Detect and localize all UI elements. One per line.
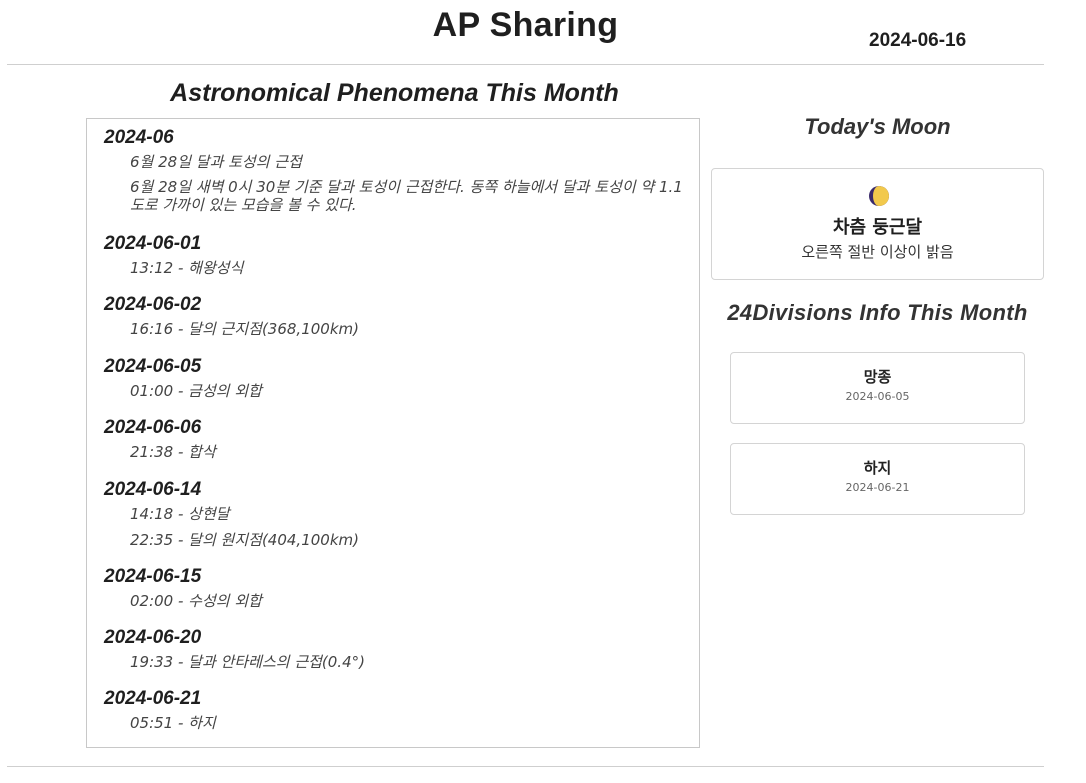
moon-heading: Today's Moon (804, 114, 951, 139)
event-description: 6월 28일 새벽 0시 30분 기준 달과 토성이 근접한다. 동쪽 하늘에서… (130, 178, 683, 214)
solar-term-date: 2024-06-21 (845, 481, 910, 494)
moon-phase-name: 차츰 둥근달 (832, 217, 923, 238)
phenomena-day: 2024-06-06 21:38 - 합삭 (104, 416, 683, 462)
phenomena-day: 2024-06-02 16:16 - 달의 근지점(368,100km) (104, 293, 683, 339)
solar-term-date: 2024-06-05 (845, 390, 910, 403)
day-date: 2024-06-14 (104, 479, 202, 500)
day-date: 2024-06-01 (104, 233, 202, 254)
phenomena-day: 2024-06-20 19:33 - 달과 안타레스의 근접(0.4°) (104, 626, 683, 672)
waxing-gibbous-moon-icon (869, 186, 889, 206)
event-item: 21:38 - 합삭 (130, 443, 216, 461)
day-date: 2024-06-06 (104, 417, 202, 438)
phenomena-day: 2024-06-05 01:00 - 금성의 외합 (104, 355, 683, 401)
event-item: 16:16 - 달의 근지점(368,100km) (130, 320, 359, 338)
day-date: 2024-06-20 (104, 627, 202, 648)
day-date: 2024-06-05 (104, 356, 202, 377)
phenomena-day: 2024-06-14 14:18 - 상현달 22:35 - 달의 원지점(40… (104, 478, 683, 550)
event-item: 05:51 - 하지 (130, 714, 216, 732)
event-item: 01:00 - 금성의 외합 (130, 382, 262, 400)
day-date: 2024-06-21 (104, 688, 202, 709)
phenomena-day: 2024-06-21 05:51 - 하지 (104, 687, 683, 733)
event-item: 22:35 - 달의 원지점(404,100km) (130, 531, 359, 549)
today-date: 2024-06-16 (869, 30, 967, 51)
phenomena-day: 2024-06 6월 28일 달과 토성의 근접 6월 28일 새벽 0시 30… (104, 126, 683, 214)
phenomena-day: 2024-06-01 13:12 - 해왕성식 (104, 232, 683, 278)
solar-term-card: 망종 2024-06-05 (730, 352, 1025, 424)
solar-term-card: 하지 2024-06-21 (730, 443, 1025, 515)
moon-card: 차츰 둥근달 오른쪽 절반 이상이 밝음 (711, 168, 1044, 280)
footer-divider (7, 766, 1044, 767)
phenomena-list: 2024-06 6월 28일 달과 토성의 근접 6월 28일 새벽 0시 30… (86, 118, 700, 748)
header-divider (7, 64, 1044, 65)
divisions-heading: 24Divisions Info This Month (727, 300, 1028, 325)
event-item: 19:33 - 달과 안타레스의 근접(0.4°) (130, 653, 365, 671)
phenomena-day: 2024-06-15 02:00 - 수성의 외합 (104, 565, 683, 611)
event-item: 02:00 - 수성의 외합 (130, 592, 262, 610)
phenomena-heading: Astronomical Phenomena This Month (170, 79, 619, 107)
solar-term-name: 망종 (863, 368, 892, 386)
event-item: 13:12 - 해왕성식 (130, 259, 244, 277)
day-date: 2024-06-02 (104, 294, 202, 315)
day-date: 2024-06-15 (104, 566, 202, 587)
event-item: 14:18 - 상현달 (130, 505, 230, 523)
event-title: 6월 28일 달과 토성의 근접 (130, 153, 302, 171)
moon-phase-description: 오른쪽 절반 이상이 밝음 (801, 243, 954, 261)
solar-term-name: 하지 (863, 459, 892, 477)
day-date: 2024-06 (104, 127, 174, 148)
